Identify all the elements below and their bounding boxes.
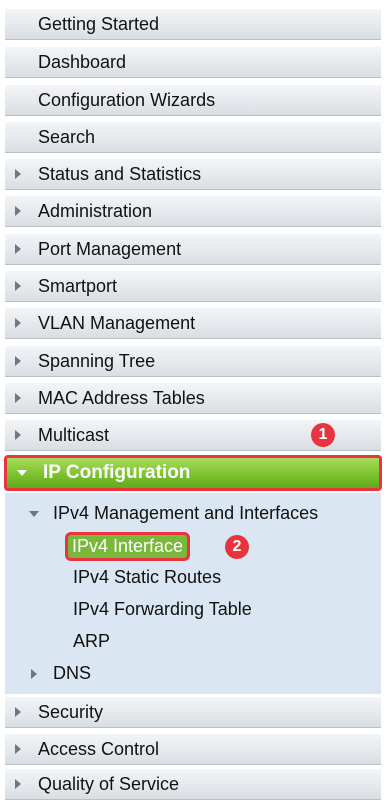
menu-item-label: Multicast — [38, 424, 110, 445]
menu-item-label: Configuration Wizards — [38, 89, 216, 110]
submenu-item-ipv4-forwarding-table[interactable]: IPv4 Forwarding Table — [73, 599, 252, 620]
chevron-right-icon — [15, 206, 21, 216]
menu-item-ip-configuration[interactable]: IP Configuration — [4, 455, 382, 491]
chevron-right-icon — [15, 707, 21, 717]
menu-item-label: Spanning Tree — [38, 350, 156, 371]
step-1-badge: 1 — [311, 423, 335, 447]
menu-item-smartport[interactable]: Smartport — [5, 270, 381, 302]
chevron-right-icon — [15, 281, 21, 291]
menu-item-port-management[interactable]: Port Management — [5, 233, 381, 265]
menu-item-label: Smartport — [38, 275, 118, 296]
menu-item-label: Status and Statistics — [38, 163, 202, 184]
menu-item-spanning-tree[interactable]: Spanning Tree — [5, 345, 381, 377]
menu-item-access-control[interactable]: Access Control — [5, 733, 381, 765]
menu-item-search[interactable]: Search — [5, 121, 381, 153]
chevron-right-icon — [15, 779, 21, 789]
menu-item-dashboard[interactable]: Dashboard — [5, 46, 381, 78]
navigation-menu: Getting Started Dashboard Configuration … — [0, 0, 386, 800]
menu-item-label: Access Control — [38, 738, 160, 759]
menu-item-mac-address-tables[interactable]: MAC Address Tables — [5, 382, 381, 414]
menu-item-label: Search — [38, 126, 96, 147]
submenu-item-ipv4-management-and-interfaces[interactable]: IPv4 Management and Interfaces — [53, 503, 318, 524]
menu-item-vlan-management[interactable]: VLAN Management — [5, 307, 381, 339]
ip-configuration-submenu: IPv4 Management and Interfaces IPv4 Inte… — [5, 493, 381, 694]
menu-item-status-and-statistics[interactable]: Status and Statistics — [5, 158, 381, 190]
menu-item-label: Port Management — [38, 238, 182, 259]
chevron-right-icon — [15, 169, 21, 179]
submenu-item-dns[interactable]: DNS — [53, 663, 91, 684]
chevron-right-icon — [15, 356, 21, 366]
menu-item-security[interactable]: Security — [5, 696, 381, 728]
menu-item-label: Dashboard — [38, 51, 127, 72]
menu-item-administration[interactable]: Administration — [5, 195, 381, 227]
menu-item-label: MAC Address Tables — [38, 387, 205, 408]
menu-item-label: Quality of Service — [38, 773, 180, 794]
submenu-item-arp[interactable]: ARP — [73, 631, 110, 652]
chevron-right-icon — [31, 669, 37, 679]
menu-item-getting-started[interactable]: Getting Started — [5, 8, 381, 40]
menu-item-label: Security — [38, 701, 104, 722]
chevron-right-icon — [15, 393, 21, 403]
chevron-right-icon — [15, 318, 21, 328]
chevron-down-icon — [29, 511, 39, 517]
step-2-badge: 2 — [225, 535, 249, 559]
menu-item-configuration-wizards[interactable]: Configuration Wizards — [5, 84, 381, 116]
submenu-item-ipv4-interface[interactable]: IPv4 Interface — [65, 532, 191, 561]
chevron-down-icon — [17, 470, 27, 476]
menu-item-label: Getting Started — [38, 13, 160, 34]
menu-item-label: Administration — [38, 200, 153, 221]
chevron-right-icon — [15, 430, 21, 440]
menu-item-label: IP Configuration — [43, 462, 191, 483]
chevron-right-icon — [15, 744, 21, 754]
chevron-right-icon — [15, 244, 21, 254]
menu-item-label: VLAN Management — [38, 312, 196, 333]
submenu-item-ipv4-static-routes[interactable]: IPv4 Static Routes — [73, 567, 221, 588]
menu-item-quality-of-service[interactable]: Quality of Service — [5, 768, 381, 800]
